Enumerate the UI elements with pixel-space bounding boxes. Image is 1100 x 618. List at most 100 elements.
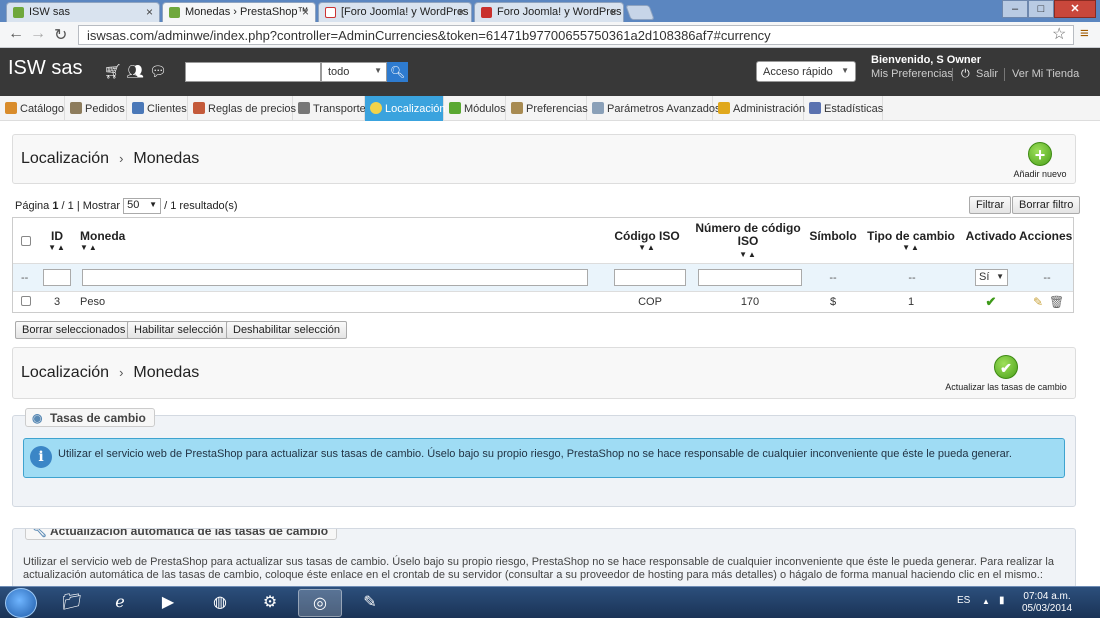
media-player-icon[interactable]: ▶ bbox=[146, 589, 190, 617]
bulk-delete-button[interactable]: Borrar seleccionados bbox=[15, 321, 133, 339]
main-menu: Catálogo Pedidos Clientes Reglas de prec… bbox=[0, 96, 1100, 121]
delete-icon[interactable]: 🗑︎ bbox=[1049, 295, 1064, 309]
search-button[interactable]: 🔍︎ bbox=[387, 62, 408, 82]
new-tab-button[interactable] bbox=[625, 5, 655, 20]
browser-tab-gmail[interactable]: [Foro Joomla! y WordPres × bbox=[318, 2, 472, 22]
tray-arrow-icon[interactable]: ▲ bbox=[982, 597, 990, 606]
browser-menu-icon[interactable]: ≡ bbox=[1080, 25, 1089, 42]
browser-tab-isw[interactable]: ISW sas × bbox=[6, 2, 160, 22]
localization-icon bbox=[370, 102, 382, 114]
signal-tray-icon[interactable]: ▮ bbox=[999, 595, 1005, 606]
system-clock[interactable]: 07:04 a.m. 05/03/2014 bbox=[1022, 591, 1072, 615]
sort-icon[interactable]: ▼▲ bbox=[80, 243, 122, 252]
filter-iso-input[interactable] bbox=[614, 269, 686, 286]
tab-close-icon[interactable]: × bbox=[458, 5, 465, 19]
search-scope-select[interactable]: todo ▼ bbox=[321, 62, 387, 82]
chrome-icon[interactable]: ◎ bbox=[298, 589, 342, 617]
bulk-disable-button[interactable]: Deshabilitar selección bbox=[226, 321, 347, 339]
power-icon[interactable]: ⏻ bbox=[961, 68, 970, 81]
bookmark-star-icon[interactable]: ☆ bbox=[1052, 24, 1066, 44]
search-icon: 🔍︎ bbox=[389, 65, 406, 79]
breadcrumb-localizacion[interactable]: Localización bbox=[21, 364, 109, 381]
menu-item-estadisticas[interactable]: Estadísticas bbox=[804, 96, 883, 121]
column-moneda[interactable]: Moneda ▼▲ bbox=[80, 229, 125, 252]
browser-tab-monedas[interactable]: Monedas › PrestaShop™ × bbox=[162, 2, 316, 23]
cell-name: Peso bbox=[80, 296, 106, 308]
table-row[interactable]: 3 Peso COP 170 $ 1 ✔ ✎ 🗑︎ bbox=[13, 292, 1073, 312]
cart-icon[interactable]: 🛒︎ bbox=[104, 63, 122, 80]
column-active: Activado bbox=[965, 229, 1017, 243]
forward-arrow-icon[interactable]: → bbox=[30, 25, 46, 43]
filter-active-select[interactable]: Sí ▼ bbox=[975, 269, 1008, 286]
column-iso[interactable]: Código ISO ▼▲ bbox=[609, 229, 685, 252]
filter-placeholder: -- bbox=[1043, 272, 1051, 284]
view-store-link[interactable]: Ver Mi Tienda bbox=[1012, 68, 1079, 80]
internet-explorer-icon[interactable]: ℯ bbox=[98, 589, 142, 617]
bulk-enable-button[interactable]: Habilitar selección bbox=[127, 321, 231, 339]
prestashop-favicon-icon bbox=[169, 7, 180, 18]
tab-close-icon[interactable]: × bbox=[302, 5, 309, 19]
menu-item-label: Parámetros Avanzados bbox=[607, 103, 721, 115]
sort-icon[interactable]: ▼▲ bbox=[47, 243, 67, 252]
quick-access-label: Acceso rápido bbox=[763, 66, 833, 78]
menu-item-reglas-precios[interactable]: Reglas de precios bbox=[188, 96, 296, 121]
active-check-icon[interactable]: ✔ bbox=[965, 294, 1017, 310]
per-page-select[interactable]: 50 ▼ bbox=[123, 198, 162, 214]
menu-item-parametros-avanzados[interactable]: Parámetros Avanzados bbox=[587, 96, 721, 121]
add-new-button[interactable]: + Añadir nuevo bbox=[1013, 142, 1067, 179]
menu-item-transporte[interactable]: Transporte bbox=[293, 96, 366, 121]
reload-icon[interactable]: ↻ bbox=[54, 25, 67, 45]
start-button[interactable] bbox=[5, 588, 37, 618]
column-id[interactable]: ID ▼▲ bbox=[47, 229, 67, 252]
reset-filter-button[interactable]: Borrar filtro bbox=[1012, 196, 1081, 214]
filter-button[interactable]: Filtrar bbox=[969, 196, 1012, 214]
breadcrumb-localizacion[interactable]: Localización bbox=[21, 150, 109, 167]
my-preferences-link[interactable]: Mis Preferencias bbox=[871, 68, 953, 80]
customers-icon[interactable]: 👥︎ bbox=[126, 63, 144, 80]
sort-icon[interactable]: ▼▲ bbox=[693, 248, 803, 261]
menu-item-label: Módulos bbox=[464, 103, 506, 115]
menu-item-modulos[interactable]: Módulos bbox=[444, 96, 506, 121]
menu-item-catalogo[interactable]: Catálogo bbox=[0, 96, 65, 121]
filter-placeholder: -- bbox=[908, 272, 916, 284]
logout-link[interactable]: Salir bbox=[976, 68, 998, 80]
sort-icon[interactable]: ▼▲ bbox=[609, 243, 685, 252]
filter-id-input[interactable] bbox=[43, 269, 71, 286]
select-all-checkbox[interactable] bbox=[21, 236, 31, 246]
row-checkbox[interactable] bbox=[21, 296, 31, 306]
url-input[interactable]: iswsas.com/adminwe/index.php?controller=… bbox=[78, 25, 1074, 45]
edit-icon[interactable]: ✎ bbox=[1033, 295, 1043, 309]
messages-icon[interactable]: 💬︎ bbox=[149, 63, 167, 80]
menu-item-administracion[interactable]: Administración bbox=[713, 96, 805, 121]
menu-item-label: Localización bbox=[385, 103, 446, 115]
sort-icon[interactable]: ▼▲ bbox=[867, 243, 955, 252]
quick-access-select[interactable]: Acceso rápido ▼ bbox=[756, 61, 856, 82]
menu-item-pedidos[interactable]: Pedidos bbox=[65, 96, 127, 121]
network-app-icon[interactable]: ⚙ bbox=[248, 589, 292, 617]
maximize-button[interactable]: □ bbox=[1028, 0, 1054, 18]
tab-close-icon[interactable]: × bbox=[146, 5, 153, 19]
language-indicator[interactable]: ES bbox=[957, 595, 970, 606]
orders-icon bbox=[70, 102, 82, 114]
filter-placeholder: -- bbox=[829, 272, 837, 284]
legend-label: Actualización automática de las tasas de… bbox=[50, 528, 329, 538]
shop-name[interactable]: ISW sas bbox=[8, 57, 82, 80]
filter-iso-number-input[interactable] bbox=[698, 269, 802, 286]
menu-item-preferencias[interactable]: Preferencias bbox=[506, 96, 588, 121]
page-total: / 1 bbox=[61, 199, 74, 212]
browser-tab-foro[interactable]: Foro Joomla! y WordPres × bbox=[474, 2, 624, 22]
firefox-icon[interactable]: ◍ bbox=[198, 589, 242, 617]
column-iso-number[interactable]: Número de código ISO ▼▲ bbox=[693, 222, 803, 261]
close-window-button[interactable]: ✕ bbox=[1054, 0, 1096, 18]
menu-item-localizacion[interactable]: Localización bbox=[365, 96, 446, 121]
menu-item-clientes[interactable]: Clientes bbox=[127, 96, 188, 121]
back-arrow-icon[interactable]: ← bbox=[8, 25, 24, 43]
minimize-button[interactable]: – bbox=[1002, 0, 1028, 18]
file-explorer-icon[interactable]: 📁︎ bbox=[50, 589, 94, 617]
column-rate[interactable]: Tipo de cambio ▼▲ bbox=[867, 229, 955, 252]
tab-close-icon[interactable]: × bbox=[610, 5, 617, 19]
paint-icon[interactable]: ✎ bbox=[348, 589, 392, 617]
search-input[interactable] bbox=[185, 62, 321, 82]
update-rates-button[interactable]: ✔ Actualizar las tasas de cambio bbox=[943, 355, 1069, 392]
filter-name-input[interactable] bbox=[82, 269, 588, 286]
